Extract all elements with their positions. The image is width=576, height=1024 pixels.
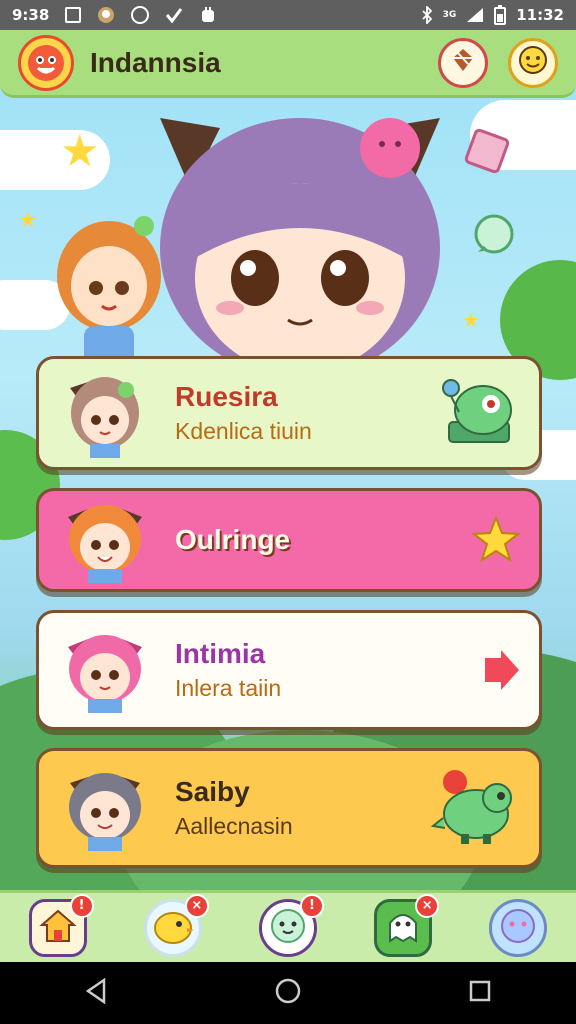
frog-mascot-icon [441, 378, 521, 448]
avatar-notification-icon [97, 6, 115, 24]
app-header: Indannsia [0, 30, 576, 98]
bottom-nav: ! × ! × [0, 890, 576, 962]
bluetooth-icon [421, 6, 433, 24]
card-title: Saiby [175, 775, 250, 807]
close-badge: × [415, 893, 440, 918]
bubble-face-icon [498, 906, 538, 950]
nav-bun-button[interactable]: ! [258, 893, 324, 957]
gem-button[interactable] [438, 37, 488, 88]
nav-chick-button[interactable]: × [143, 893, 209, 957]
smiley-icon [518, 45, 548, 81]
nav-home-button[interactable]: ! [28, 893, 94, 957]
signal-icon [466, 7, 484, 23]
main-character-illustration [150, 108, 450, 378]
home-system-button[interactable] [268, 973, 308, 1013]
status-bar: 9:38 3G 11:32 [0, 0, 576, 30]
card-title: Intimia [175, 637, 266, 669]
list-card-ruesira[interactable]: Ruesira Kdenlica tiuin [36, 356, 542, 470]
recents-square-icon [468, 979, 492, 1007]
app-logo[interactable] [18, 34, 74, 91]
star-icon: ★ [60, 126, 100, 177]
star-icon: ★ [18, 208, 38, 233]
bug-icon [199, 6, 217, 24]
notification-badge: ! [69, 893, 94, 918]
dino-mascot-icon [431, 768, 521, 848]
notification-badge: ! [299, 893, 324, 918]
signal-text: 3G [442, 10, 457, 20]
check-icon [165, 6, 183, 24]
page-title: Indannsia [90, 46, 221, 78]
status-time-left: 9:38 [12, 6, 50, 24]
avatar [57, 492, 153, 588]
list-card-intimia[interactable]: Intimia Inlera taiin [36, 610, 542, 730]
sticker-icon [462, 126, 512, 180]
card-subtitle: Inlera taiin [175, 674, 282, 701]
nav-bubble-button[interactable] [489, 898, 548, 957]
battery-icon [494, 5, 507, 25]
system-nav-bar [0, 962, 576, 1024]
back-triangle-icon [84, 977, 108, 1008]
list-card-oulringe[interactable]: Oulringe [36, 488, 542, 592]
card-subtitle: Kdenlica tiuin [175, 417, 312, 444]
speech-bubble-icon [470, 212, 516, 266]
home-icon [38, 908, 77, 948]
gem-icon [450, 47, 476, 79]
nav-ghost-button[interactable]: × [374, 893, 440, 957]
avatar [57, 760, 153, 856]
close-badge: × [184, 893, 209, 918]
home-circle-icon [274, 977, 302, 1009]
star-icon: ★ [462, 308, 480, 332]
avatar [57, 622, 153, 718]
arrow-right-icon[interactable] [481, 648, 521, 692]
list-card-saiby[interactable]: Saiby Aallecnasin [36, 748, 542, 868]
card-title: Ruesira [175, 380, 278, 412]
status-time-right: 11:32 [516, 6, 564, 24]
card-title: Oulringe [175, 523, 291, 555]
avatar [57, 365, 153, 461]
back-button[interactable] [76, 973, 116, 1013]
gallery-icon [65, 7, 82, 23]
recents-button[interactable] [460, 973, 500, 1013]
sync-icon [131, 6, 150, 24]
hero-illustration: ★ ★ ★ [0, 98, 576, 426]
profile-button[interactable] [508, 37, 558, 88]
star-icon[interactable] [471, 515, 521, 565]
card-subtitle: Aallecnasin [175, 812, 293, 839]
